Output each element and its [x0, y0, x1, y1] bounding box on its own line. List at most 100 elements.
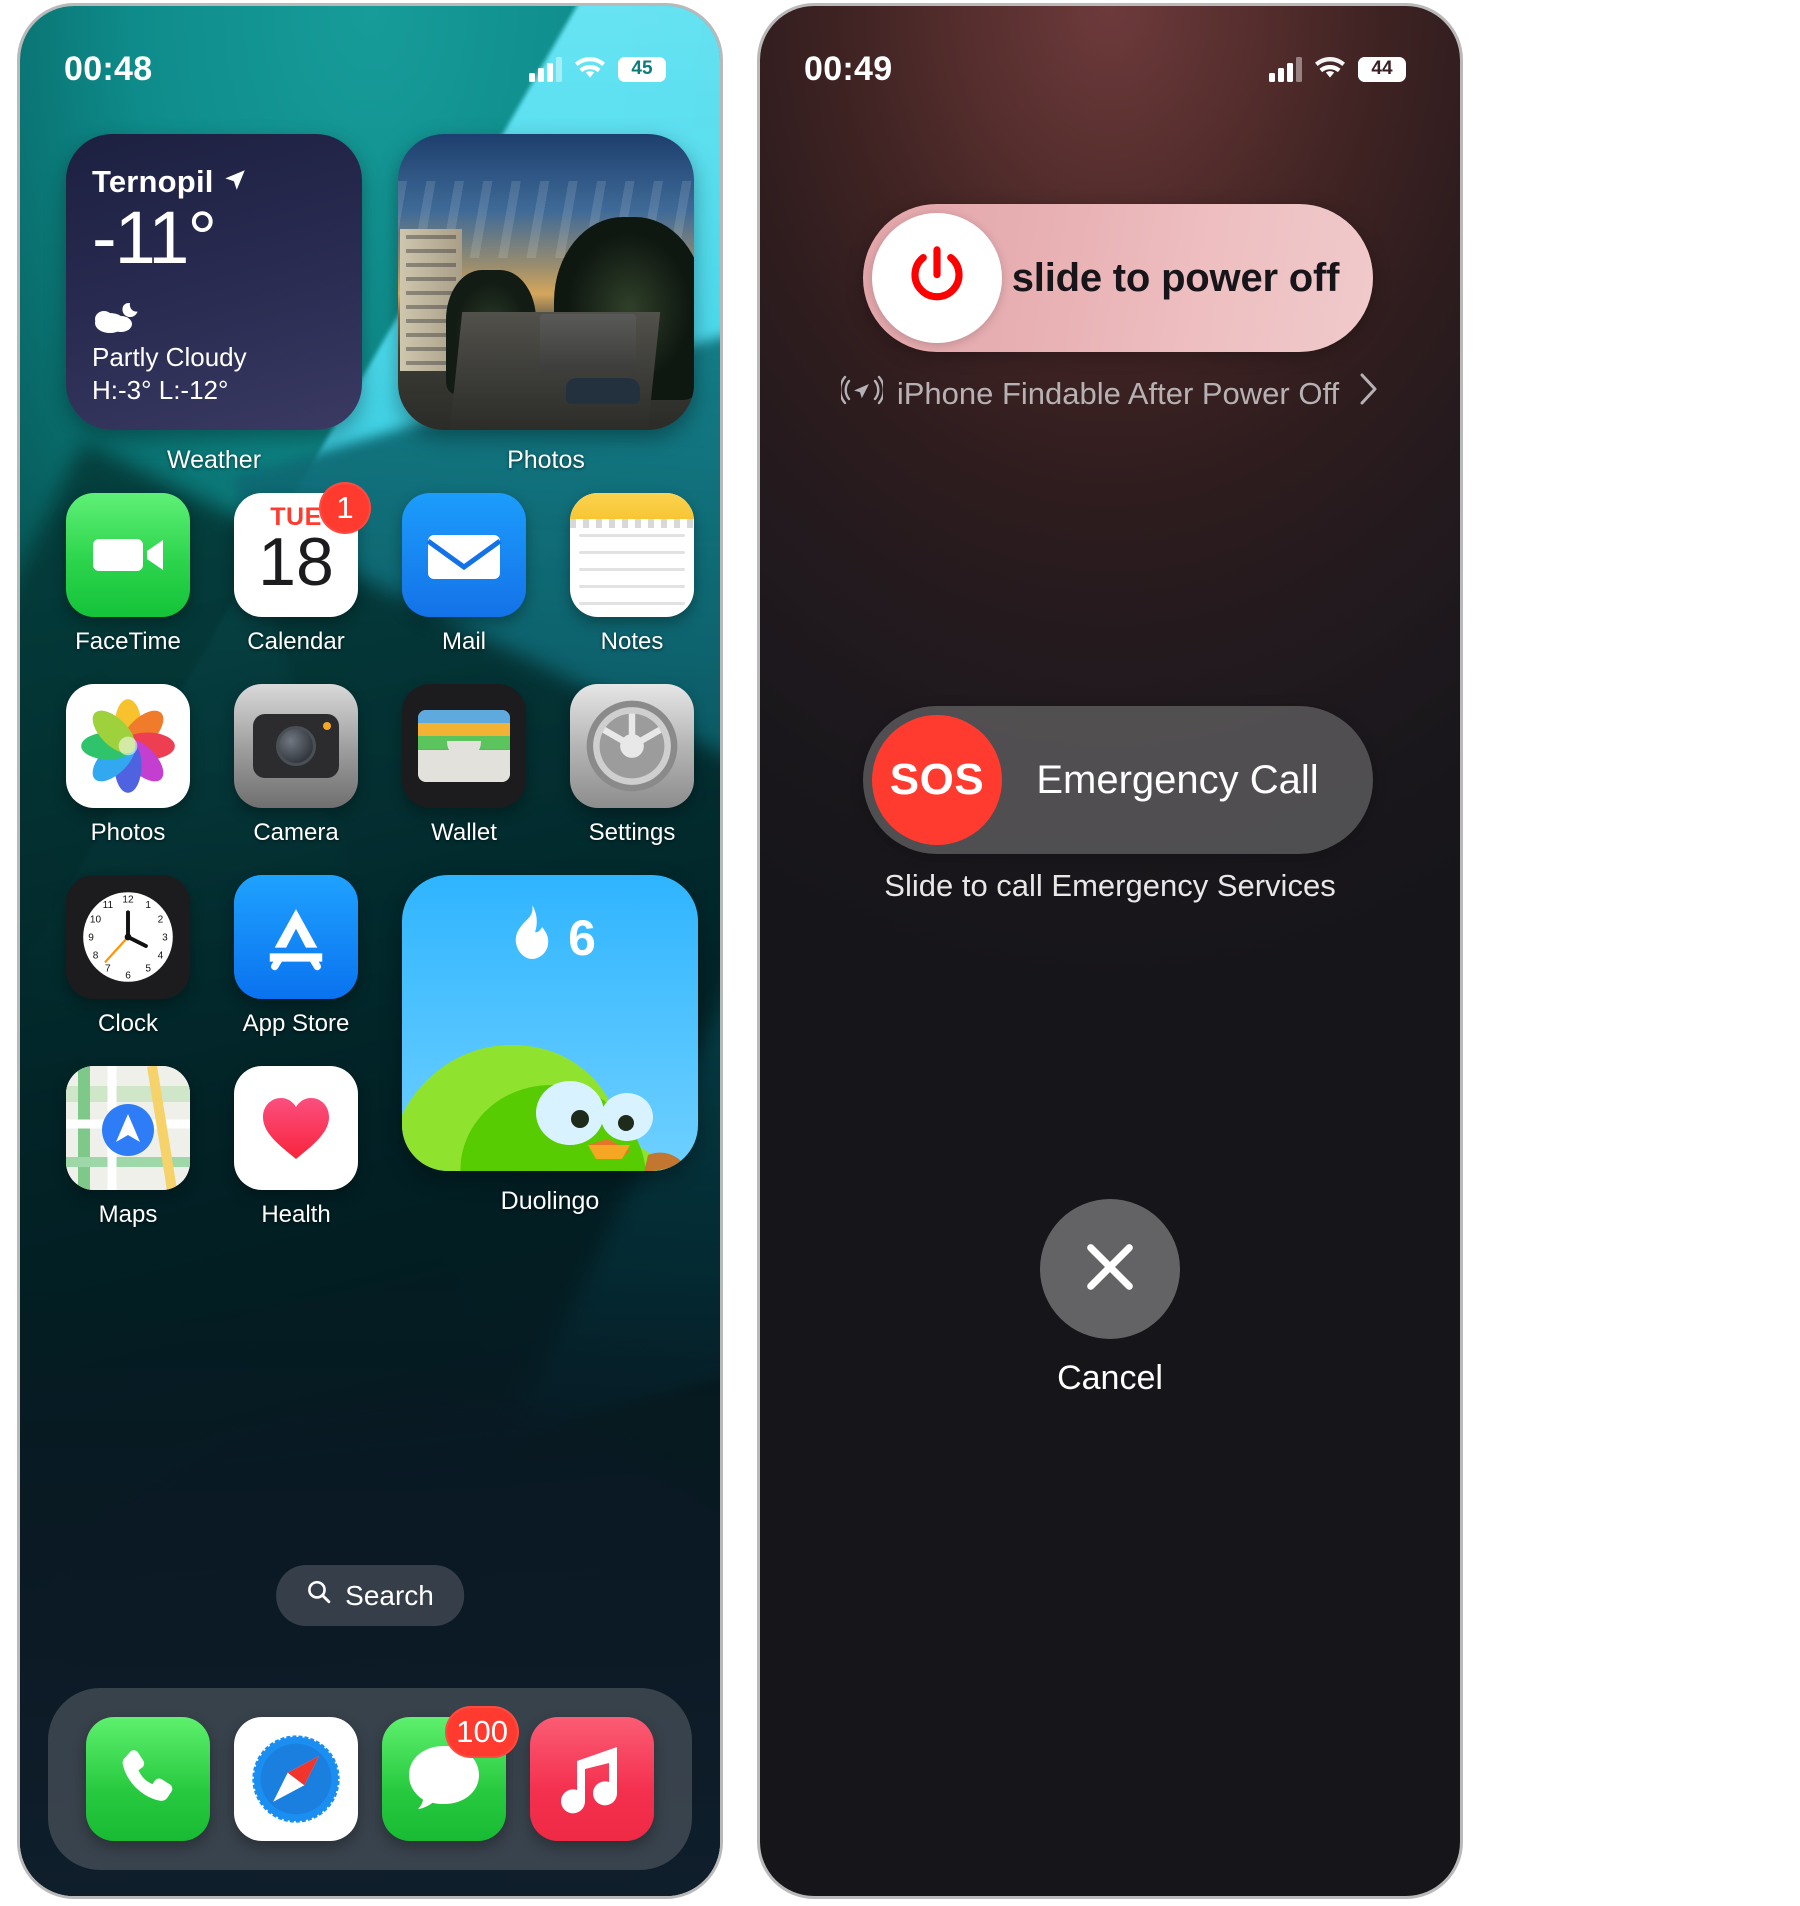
- app-grid: FaceTime 1 TUE 18 Calendar Mail Notes Ph…: [66, 482, 698, 1257]
- app-mail[interactable]: Mail: [402, 493, 526, 656]
- cancel-area: Cancel: [760, 1199, 1460, 1398]
- location-arrow-icon: [222, 167, 248, 198]
- app-health[interactable]: Health: [234, 1066, 358, 1229]
- maps-icon: [66, 1066, 190, 1190]
- wallet-icon: [402, 684, 526, 808]
- messages-badge: 100: [445, 1706, 519, 1758]
- svg-text:10: 10: [90, 914, 102, 925]
- app-row-3: 12 1 2 345 678 9 10 11 Clock App Store M…: [66, 875, 698, 1229]
- dock-app-messages[interactable]: 100: [382, 1706, 519, 1841]
- status-time: 00:48: [64, 49, 153, 88]
- svg-text:5: 5: [145, 964, 151, 975]
- settings-gear-icon: [570, 684, 694, 808]
- app-facetime[interactable]: FaceTime: [66, 493, 190, 656]
- weather-widget[interactable]: Ternopil -11° Partly Cloudy H:-3° L:-12°…: [66, 134, 362, 475]
- emergency-call-subtitle: Slide to call Emergency Services: [884, 868, 1336, 903]
- app-store-icon: [234, 875, 358, 999]
- slide-to-power-off-slider[interactable]: slide to power off: [863, 204, 1373, 352]
- close-x-icon: [1077, 1234, 1143, 1305]
- camera-icon: [234, 684, 358, 808]
- battery-level: 45: [631, 58, 653, 79]
- dock-app-safari[interactable]: [234, 1717, 358, 1841]
- phone-power-off-screen: 00:49 44 slide to power off iPhone Finda…: [760, 6, 1460, 1896]
- notes-icon: [570, 493, 694, 617]
- battery-icon: 45: [618, 56, 666, 82]
- clock-icon: 12 1 2 3 45 6 78 9 10 11: [66, 875, 190, 999]
- weather-condition: Partly Cloudy: [92, 342, 247, 372]
- wifi-icon: [1314, 57, 1346, 81]
- search-label: Search: [345, 1579, 434, 1611]
- calendar-badge: 1: [319, 482, 371, 534]
- svg-text:3: 3: [162, 932, 168, 943]
- battery-level: 44: [1371, 58, 1393, 79]
- dock-app-music[interactable]: [530, 1717, 654, 1841]
- duolingo-owl-icon: [402, 1045, 684, 1171]
- slide-to-power-off-label: slide to power off: [1011, 255, 1340, 300]
- weather-high-low: H:-3° L:-12°: [92, 375, 229, 405]
- app-notes[interactable]: Notes: [570, 493, 694, 656]
- weather-widget-label: Weather: [166, 446, 262, 474]
- status-bar-home: 00:48 45: [20, 6, 720, 102]
- duolingo-streak-count: 6: [568, 910, 596, 966]
- cellular-bars-icon: [529, 56, 562, 82]
- cellular-bars-icon: [1269, 56, 1302, 82]
- app-settings[interactable]: Settings: [570, 684, 694, 847]
- app-label: Maps: [98, 1201, 158, 1228]
- mail-icon: [402, 493, 526, 617]
- app-photos[interactable]: Photos: [66, 684, 190, 847]
- app-calendar[interactable]: 1 TUE 18 Calendar: [234, 482, 371, 656]
- app-label: App Store: [242, 1010, 350, 1037]
- safari-compass-icon: [234, 1717, 358, 1841]
- duolingo-widget[interactable]: 6 Duolingo: [402, 875, 698, 1216]
- wifi-icon: [574, 57, 606, 81]
- app-label: Calendar: [247, 628, 345, 655]
- photos-icon: [66, 684, 190, 808]
- svg-text:9: 9: [88, 932, 94, 943]
- status-bar-poweroff: 00:49 44: [760, 6, 1460, 102]
- photos-widget-label: Photos: [507, 446, 585, 474]
- svg-text:2: 2: [158, 914, 164, 925]
- app-label: Clock: [97, 1010, 158, 1037]
- power-icon: [904, 243, 970, 314]
- emergency-call-slider[interactable]: SOS Emergency Call: [863, 706, 1373, 854]
- sos-knob[interactable]: SOS: [872, 715, 1002, 845]
- app-app-store[interactable]: App Store: [234, 875, 358, 1038]
- photo-thumbnail: [398, 134, 694, 430]
- app-label: Notes: [600, 628, 664, 655]
- app-maps[interactable]: Maps: [66, 1066, 190, 1229]
- svg-text:11: 11: [103, 900, 114, 911]
- sos-label: SOS: [889, 755, 985, 804]
- cloud-moon-icon: [92, 299, 336, 340]
- app-label: Mail: [441, 628, 486, 655]
- cancel-button[interactable]: [1040, 1199, 1180, 1339]
- power-slider-knob[interactable]: [872, 213, 1002, 343]
- svg-text:12: 12: [122, 894, 134, 905]
- dock: 100: [48, 1688, 692, 1870]
- two-phone-screenshot-stage: 00:48 45 Ternopil -11° Partly Cloudy H:-…: [0, 0, 1800, 1902]
- app-label: Settings: [588, 819, 676, 846]
- health-heart-icon: [234, 1066, 358, 1190]
- app-camera[interactable]: Camera: [234, 684, 358, 847]
- app-wallet[interactable]: Wallet: [402, 684, 526, 847]
- dock-app-phone[interactable]: [86, 1717, 210, 1841]
- app-clock[interactable]: 12 1 2 345 678 9 10 11 Clock: [66, 875, 190, 1038]
- phone-icon: [86, 1717, 210, 1841]
- app-label: Health: [261, 1201, 331, 1228]
- duolingo-widget-label: Duolingo: [500, 1187, 600, 1215]
- app-label: Photos: [90, 819, 166, 846]
- app-row-1: FaceTime 1 TUE 18 Calendar Mail Notes: [66, 482, 694, 656]
- emergency-call-label: Emergency Call: [1036, 757, 1319, 802]
- battery-icon: 44: [1358, 56, 1406, 82]
- duolingo-card: 6: [402, 875, 698, 1171]
- svg-text:7: 7: [105, 964, 111, 975]
- chevron-right-icon: [1357, 372, 1379, 415]
- photos-widget[interactable]: Photos: [398, 134, 694, 475]
- search-button[interactable]: Search: [276, 1565, 464, 1626]
- svg-text:1: 1: [145, 900, 151, 911]
- svg-text:6: 6: [125, 970, 131, 981]
- findmy-broadcast-icon: [838, 375, 885, 413]
- app-label: Camera: [253, 819, 339, 846]
- widget-row: Ternopil -11° Partly Cloudy H:-3° L:-12°…: [66, 134, 694, 475]
- flame-icon: [504, 903, 556, 973]
- iphone-findable-row[interactable]: iPhone Findable After Power Off: [760, 372, 1460, 415]
